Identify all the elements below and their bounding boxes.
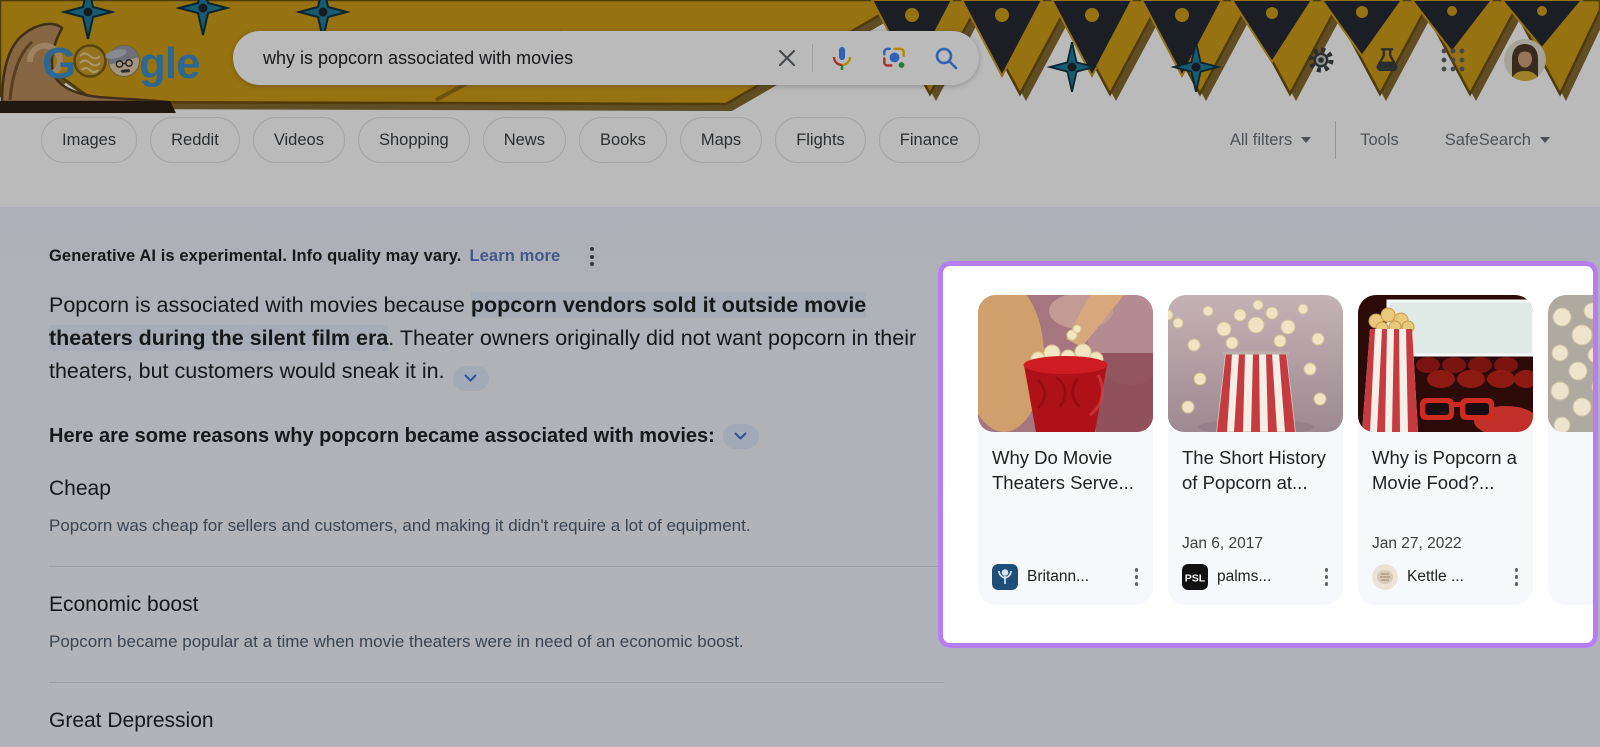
filter-divider <box>1335 121 1336 159</box>
card-body: Why Do Movie Theaters Serve... Britann..… <box>978 432 1153 605</box>
all-filters-dropdown[interactable]: All filters <box>1230 131 1311 150</box>
google-search-page: G gle <box>0 0 1600 747</box>
card-source-row: PSL palms... <box>1182 564 1330 590</box>
disclaimer-menu-button[interactable] <box>590 247 594 266</box>
filter-controls: All filters Tools SafeSearch <box>1230 117 1550 163</box>
tab-flights[interactable]: Flights <box>775 117 866 163</box>
reason-title: Great Depression <box>49 709 944 733</box>
section-divider <box>49 682 944 683</box>
search-bar <box>233 31 979 85</box>
expand-answer-button[interactable] <box>453 366 489 391</box>
lens-search-button[interactable] <box>879 43 909 73</box>
section-divider <box>49 566 944 567</box>
google-lens-icon <box>880 44 908 72</box>
reason-title: Cheap <box>49 477 944 501</box>
source-cards-panel: Why Do Movie Theaters Serve... Britann..… <box>943 266 1593 643</box>
svg-text:PSL: PSL <box>1185 573 1206 585</box>
card-title: The Short History of Popcorn at... <box>1182 445 1330 495</box>
safesearch-label: SafeSearch <box>1445 131 1531 150</box>
clear-search-button[interactable] <box>772 43 802 73</box>
card-menu-button[interactable] <box>1135 568 1141 586</box>
card-menu-button[interactable] <box>1325 568 1331 586</box>
card-date: Jan 6, 2017 <box>1182 535 1330 553</box>
safesearch-dropdown[interactable]: SafeSearch <box>1445 131 1550 150</box>
searchbar-divider <box>812 44 813 72</box>
svg-text:gle: gle <box>139 39 200 88</box>
google-apps-button[interactable] <box>1438 45 1468 75</box>
learn-more-link[interactable]: Learn more <box>469 247 560 266</box>
source-card[interactable]: Why is Popcorn a Movie Food?... Jan 27, … <box>1358 295 1533 605</box>
britannica-icon <box>992 564 1018 590</box>
search-filter-chips: Images Reddit Videos Shopping News Books… <box>41 117 980 163</box>
kettle-icon <box>1372 564 1398 590</box>
microphone-icon <box>828 44 856 72</box>
tab-images[interactable]: Images <box>41 117 137 163</box>
source-cards-carousel: Why Do Movie Theaters Serve... Britann..… <box>978 295 1593 605</box>
settings-button[interactable] <box>1306 45 1336 75</box>
card-body: The Short History of Popcorn at... Jan 6… <box>1168 432 1343 605</box>
search-icon <box>932 44 960 72</box>
reason-title: Economic boost <box>49 593 944 617</box>
voice-search-button[interactable] <box>827 43 857 73</box>
header-actions <box>1306 39 1546 81</box>
card-title: Why Do Movie Theaters Serve... <box>992 445 1140 495</box>
card-image-movie-theater-popcorn <box>1358 295 1533 432</box>
card-menu-button[interactable] <box>1515 568 1521 586</box>
card-image-popcorn-closeup <box>1548 295 1593 432</box>
answer-prefix: Popcorn is associated with movies becaus… <box>49 293 471 317</box>
source-card-partial[interactable] <box>1548 295 1593 605</box>
card-date: Jan 27, 2022 <box>1372 535 1520 553</box>
tab-videos[interactable]: Videos <box>253 117 345 163</box>
tab-books[interactable]: Books <box>579 117 667 163</box>
chevron-down-icon <box>1301 137 1311 143</box>
svg-text:G: G <box>42 39 74 88</box>
all-filters-label: All filters <box>1230 131 1292 150</box>
sge-disclaimer: Generative AI is experimental. Info qual… <box>49 247 944 266</box>
flask-icon <box>1372 45 1402 75</box>
tools-button[interactable]: Tools <box>1360 131 1399 150</box>
tab-reddit[interactable]: Reddit <box>150 117 240 163</box>
card-title: Why is Popcorn a Movie Food?... <box>1372 445 1520 495</box>
reason-body: Popcorn was cheap for sellers and custom… <box>49 515 944 537</box>
doodle-medallion <box>75 46 106 77</box>
avatar-image <box>1504 39 1546 81</box>
tab-finance[interactable]: Finance <box>879 117 980 163</box>
source-card[interactable]: The Short History of Popcorn at... Jan 6… <box>1168 295 1343 605</box>
tab-maps[interactable]: Maps <box>680 117 762 163</box>
chevron-down-icon <box>1540 137 1550 143</box>
search-submit-button[interactable] <box>931 43 961 73</box>
reasons-heading-text: Here are some reasons why popcorn became… <box>49 425 715 448</box>
profile-avatar[interactable] <box>1504 39 1546 81</box>
card-image-popcorn-bucket-cinema <box>978 295 1153 432</box>
search-labs-button[interactable] <box>1372 45 1402 75</box>
source-card[interactable]: Why Do Movie Theaters Serve... Britann..… <box>978 295 1153 605</box>
tools-label: Tools <box>1360 131 1399 150</box>
gear-icon <box>1306 45 1336 75</box>
apps-grid-icon <box>1440 47 1466 73</box>
psl-icon: PSL <box>1182 564 1208 590</box>
ai-answer-paragraph: Popcorn is associated with movies becaus… <box>49 289 944 391</box>
card-source-row: Britann... <box>992 564 1140 590</box>
card-body: Why is Popcorn a Movie Food?... Jan 27, … <box>1358 432 1533 605</box>
disclaimer-text: Generative AI is experimental. Info qual… <box>49 247 461 266</box>
chevron-down-icon <box>464 374 477 382</box>
sge-answer-column: Generative AI is experimental. Info qual… <box>49 247 944 733</box>
close-icon <box>775 46 799 70</box>
card-source-row: Kettle ... <box>1372 564 1520 590</box>
tab-news[interactable]: News <box>483 117 566 163</box>
reasons-heading: Here are some reasons why popcorn became… <box>49 424 944 449</box>
card-source-name: palms... <box>1217 568 1271 586</box>
card-image-striped-popcorn-box <box>1168 295 1343 432</box>
search-input[interactable] <box>263 48 772 69</box>
card-source-name: Britann... <box>1027 568 1089 586</box>
card-source-name: Kettle ... <box>1407 568 1464 586</box>
expand-reasons-button[interactable] <box>723 424 759 449</box>
reason-body: Popcorn became popular at a time when mo… <box>49 631 944 653</box>
chevron-down-icon <box>734 432 747 440</box>
tab-shopping[interactable]: Shopping <box>358 117 470 163</box>
